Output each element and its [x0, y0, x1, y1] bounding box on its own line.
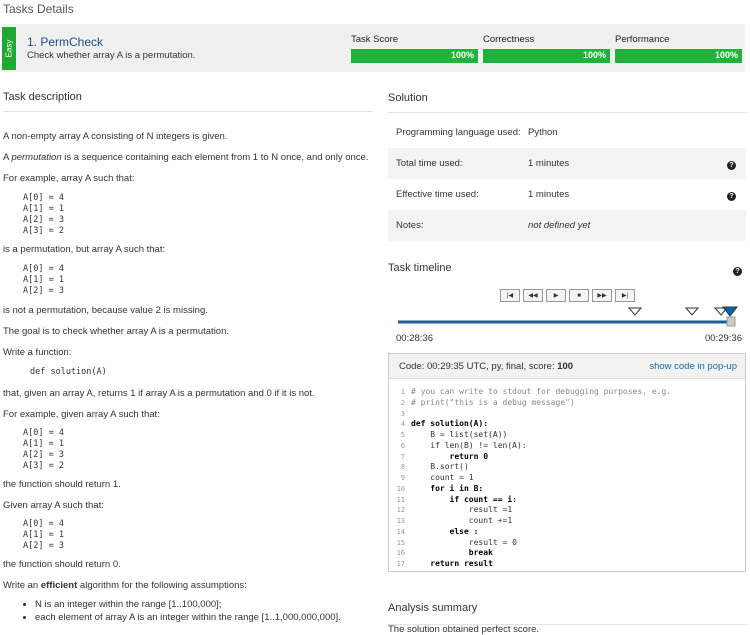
forward-button[interactable]: ▶▶	[592, 289, 612, 302]
code-line: 17 return result	[396, 559, 493, 568]
stop-button[interactable]: ■	[569, 289, 589, 302]
task-description-title: Task description	[3, 91, 82, 103]
code-line: 12 result =1	[396, 505, 513, 515]
desc-p7: Write a function:	[3, 347, 72, 358]
help-icon[interactable]: ?	[727, 192, 736, 201]
divider	[3, 111, 373, 112]
progress-bar: 100%	[615, 49, 742, 63]
function-signature: def solution(A)	[30, 367, 107, 377]
code-line: 5 B = list(set(A))	[400, 430, 508, 439]
desc-p3: For example, array A such that:	[3, 173, 135, 184]
code-line: 1 # you can write to stdout for debugging…	[400, 387, 672, 396]
analysis-text: The solution obtained perfect score.	[388, 624, 540, 635]
timeline-current-marker-icon	[721, 306, 739, 317]
code-line: 15 result = 0	[396, 537, 517, 547]
timeline-start: 00:28:36	[396, 333, 433, 344]
info-key: Notes:	[396, 220, 424, 231]
metric-label: Correctness	[483, 34, 535, 45]
info-value: 1 minutes	[528, 189, 570, 200]
info-row-total-time: Total time used: 1 minutes?	[388, 148, 746, 179]
assumptions-list: N is an integer within the range [1..100…	[35, 598, 373, 624]
first-button[interactable]: |◀	[500, 289, 520, 302]
task-description: Task description A non-empty array A con…	[3, 86, 373, 624]
code-line: 9 count = 1	[400, 473, 474, 482]
metric-value: 100%	[714, 50, 738, 60]
task-name-link[interactable]: 1. PermCheck	[27, 35, 103, 49]
desc-p1: A non-empty array A consisting of N inte…	[3, 131, 228, 142]
code-line: 6 if len(B) != len(A):	[400, 440, 527, 450]
metric-label: Performance	[615, 34, 670, 45]
metric-performance: Performance 100%	[615, 34, 742, 63]
code-line: 16 break	[396, 548, 493, 558]
analysis-title: Analysis summary	[388, 602, 478, 614]
code-header: Code: 00:29:35 UTC, py, final, score: 10…	[389, 354, 745, 379]
solution-info-table: Programming language used: Python Total t…	[388, 117, 746, 241]
code-line: 10 for i in B:	[396, 483, 484, 493]
task-header: Easy 1. PermCheck Check whether array A …	[2, 24, 745, 72]
code-line: 14 else :	[396, 526, 479, 536]
info-value: not defined yet	[528, 220, 591, 231]
desc-p4: is a permutation, but array A such that:	[3, 244, 166, 255]
example-array-2: A[0] = 4 A[1] = 1 A[2] = 3	[23, 264, 64, 296]
desc-p13: Write an efficient algorithm for the fol…	[3, 580, 247, 591]
solution-panel: Solution Programming language used: Pytho…	[388, 86, 746, 635]
timeline-end: 00:29:36	[705, 333, 742, 344]
code-viewer: Code: 00:29:35 UTC, py, final, score: 10…	[388, 353, 746, 572]
code-line: 4 def solution(A):	[400, 419, 489, 429]
info-key: Total time used:	[396, 158, 463, 169]
metric-task-score: Task Score 100%	[351, 34, 478, 63]
example-array-1: A[0] = 4 A[1] = 1 A[2] = 3 A[3] = 2	[23, 193, 64, 236]
metric-correctness: Correctness 100%	[483, 34, 610, 63]
list-item: N is an integer within the range [1..100…	[35, 598, 373, 611]
rewind-button[interactable]: ◀◀	[523, 289, 543, 302]
divider	[388, 112, 746, 113]
timeline-title: Task timeline	[388, 262, 452, 274]
difficulty-badge: Easy	[2, 27, 16, 70]
popup-link[interactable]: show code in pop-up	[649, 361, 737, 372]
code-line: 3	[400, 409, 405, 418]
task-subtitle: Check whether array A is a permutation.	[27, 50, 196, 61]
info-row-language: Programming language used: Python	[388, 117, 746, 148]
desc-p9: For example, given array A such that:	[3, 409, 160, 420]
desc-p5: is not a permutation, because value 2 is…	[3, 305, 208, 316]
help-icon[interactable]: ?	[733, 267, 742, 276]
code-lines: 1 # you can write to stdout for debugging…	[389, 387, 745, 570]
last-button[interactable]: ▶|	[615, 289, 635, 302]
desc-p2: A permutation is a sequence containing e…	[3, 152, 369, 163]
desc-p10: the function should return 1.	[3, 479, 121, 490]
desc-p11: Given array A such that:	[3, 500, 104, 511]
help-icon[interactable]: ?	[727, 161, 736, 170]
timeline-track[interactable]	[388, 302, 746, 332]
code-info: Code: 00:29:35 UTC, py, final, score: 10…	[399, 360, 574, 372]
info-row-effective-time: Effective time used: 1 minutes?	[388, 179, 746, 210]
code-line: 8 B.sort()	[400, 462, 469, 472]
code-line: 11 if count == i:	[396, 494, 517, 504]
timeline-marker-icon	[627, 307, 643, 316]
desc-p6: The goal is to check whether array A is …	[3, 326, 230, 337]
metric-value: 100%	[582, 50, 606, 60]
code-line: 2 # print("this is a debug message")	[400, 397, 575, 407]
play-button[interactable]: ▶	[546, 289, 566, 302]
desc-p12: the function should return 0.	[3, 559, 121, 570]
page-title: Tasks Details	[3, 2, 74, 16]
metric-label: Task Score	[351, 34, 398, 45]
info-row-notes: Notes: not defined yet	[388, 210, 746, 241]
progress-bar: 100%	[351, 49, 478, 63]
example-array-3: A[0] = 4 A[1] = 1 A[2] = 3 A[3] = 2	[23, 428, 64, 471]
info-value: 1 minutes	[528, 158, 570, 169]
list-item: each element of array A is an integer wi…	[35, 611, 373, 624]
timeline-marker-icon	[684, 307, 700, 316]
solution-title: Solution	[388, 92, 428, 104]
info-value: Python	[528, 127, 558, 138]
code-line: 13 count +=1	[396, 516, 513, 525]
example-array-4: A[0] = 4 A[1] = 1 A[2] = 3	[23, 519, 64, 551]
info-key: Programming language used:	[396, 127, 521, 138]
code-line: 7 return 0	[400, 451, 489, 461]
desc-p8: that, given an array A, returns 1 if arr…	[3, 388, 315, 399]
metric-value: 100%	[450, 50, 474, 60]
info-key: Effective time used:	[396, 189, 479, 200]
progress-bar: 100%	[483, 49, 610, 63]
